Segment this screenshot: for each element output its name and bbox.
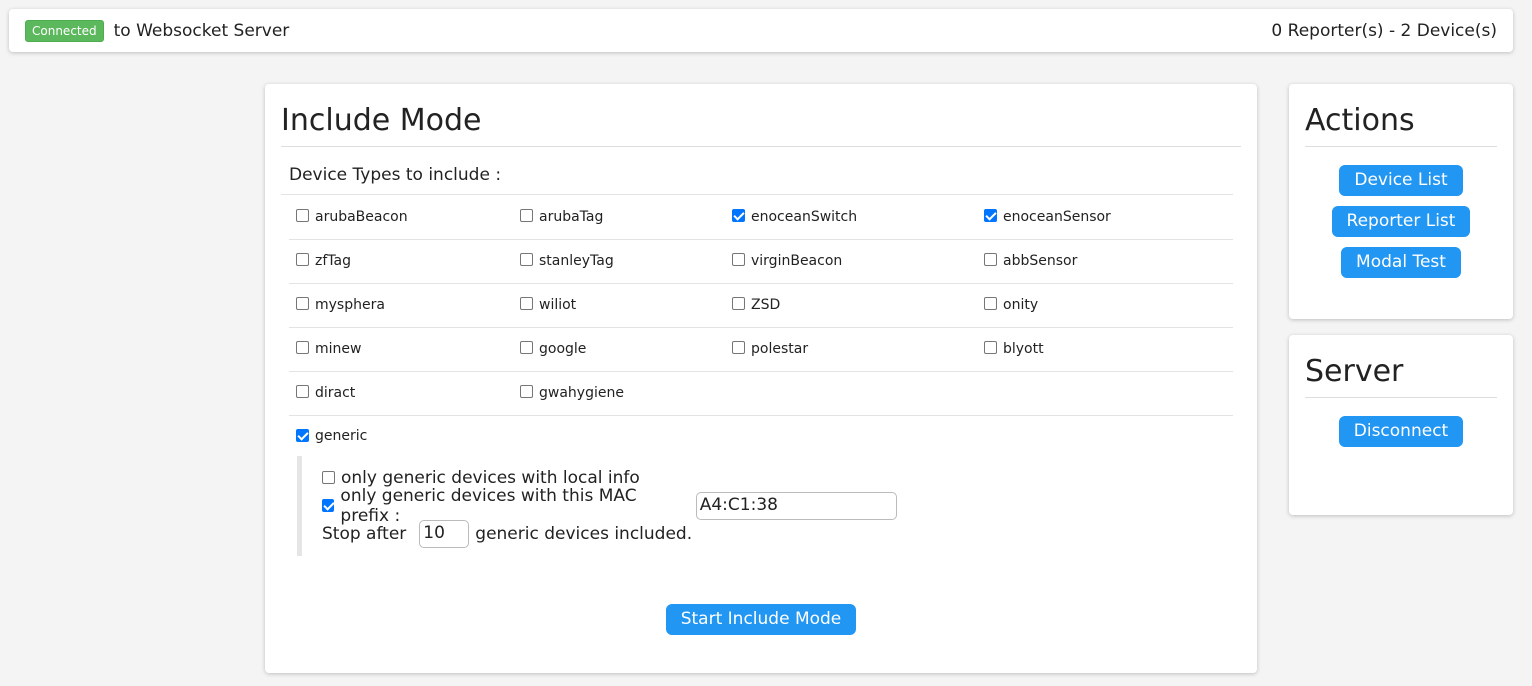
device-type-label: google: [539, 341, 587, 357]
device-types-heading: Device Types to include :: [281, 147, 1233, 195]
device-type-polestar[interactable]: polestar: [725, 327, 977, 372]
actions-title: Actions: [1305, 84, 1497, 147]
device-type-row: arubaBeacon arubaTag enoceanSwitch enoceanS…: [289, 195, 1233, 240]
diract-checkbox[interactable]: [296, 385, 309, 398]
reporter-device-counts: 0 Reporter(s) - 2 Device(s): [1271, 20, 1497, 41]
top-status-bar: Connected to Websocket Server 0 Reporter…: [9, 9, 1513, 52]
device-type-row: zfTag stanleyTag virginBeacon abbSensor: [289, 239, 1233, 284]
gwahygiene-checkbox[interactable]: [520, 385, 533, 398]
empty-cell: [725, 371, 977, 416]
device-type-enoceanswitch[interactable]: enoceanSwitch: [725, 195, 977, 240]
stop-after-label: Stop after: [322, 523, 407, 544]
virginbeacon-checkbox[interactable]: [732, 253, 745, 266]
server-panel: Server Disconnect: [1289, 335, 1513, 515]
include-mode-title: Include Mode: [281, 84, 1241, 147]
zsd-checkbox[interactable]: [732, 297, 745, 310]
device-type-label: stanleyTag: [539, 253, 614, 269]
generic-options-box: only generic devices with local info onl…: [297, 455, 897, 556]
abbsensor-checkbox[interactable]: [984, 253, 997, 266]
device-type-gwahygiene[interactable]: gwahygiene: [513, 371, 725, 416]
connection-status-text: to Websocket Server: [113, 20, 290, 41]
device-type-label: blyott: [1003, 341, 1044, 357]
connection-status: Connected to Websocket Server: [25, 19, 290, 42]
stop-after-input[interactable]: 10: [419, 519, 470, 548]
device-type-label: mysphera: [315, 297, 385, 313]
device-type-blyott[interactable]: blyott: [977, 327, 1233, 372]
device-type-zftag[interactable]: zfTag: [289, 239, 513, 284]
device-type-label: enoceanSwitch: [751, 208, 858, 225]
minew-checkbox[interactable]: [296, 341, 309, 354]
modal-test-button[interactable]: Modal Test: [1341, 247, 1461, 278]
server-title: Server: [1305, 335, 1497, 398]
disconnect-button[interactable]: Disconnect: [1338, 416, 1464, 447]
generic-label: generic: [315, 427, 368, 444]
local-info-checkbox[interactable]: [322, 471, 335, 484]
generic-checkbox[interactable]: [296, 429, 309, 442]
blyott-checkbox[interactable]: [984, 341, 997, 354]
google-checkbox[interactable]: [520, 341, 533, 354]
enoceanswitch-checkbox[interactable]: [732, 208, 745, 222]
device-type-label: zfTag: [315, 253, 351, 269]
enoceansensor-checkbox[interactable]: [984, 208, 997, 222]
device-type-label: abbSensor: [1003, 253, 1078, 269]
device-type-minew[interactable]: minew: [289, 327, 513, 372]
device-type-arubabeacon[interactable]: arubaBeacon: [289, 195, 513, 240]
mac-prefix-label: only generic devices with this MAC prefi…: [340, 485, 637, 526]
local-info-label: only generic devices with local info: [341, 467, 640, 488]
stanleytag-checkbox[interactable]: [520, 253, 533, 266]
mac-prefix-checkbox[interactable]: [322, 499, 335, 512]
zftag-checkbox[interactable]: [296, 253, 309, 266]
include-mode-panel: Include Mode Device Types to include : a…: [265, 84, 1257, 673]
device-type-zsd[interactable]: ZSD: [725, 283, 977, 328]
mysphera-checkbox[interactable]: [296, 297, 309, 310]
device-type-label: onity: [1003, 297, 1039, 313]
device-types-table: arubaBeacon arubaTag enoceanSwitch enoceanS…: [289, 195, 1233, 416]
device-type-row: mysphera wiliot ZSD onity: [289, 283, 1233, 328]
device-type-row: minew google polestar blyott: [289, 327, 1233, 372]
device-type-label: gwahygiene: [539, 385, 624, 401]
empty-cell: [977, 371, 1233, 416]
device-type-arubatag[interactable]: arubaTag: [513, 195, 725, 240]
device-type-onity[interactable]: onity: [977, 283, 1233, 328]
generic-option[interactable]: generic: [281, 416, 1241, 456]
device-type-label: enoceanSensor: [1003, 208, 1111, 225]
device-type-label: ZSD: [751, 297, 781, 313]
stop-after-suffix: generic devices included.: [475, 523, 693, 544]
actions-panel: Actions Device List Reporter List Modal …: [1289, 84, 1513, 319]
device-type-mysphera[interactable]: mysphera: [289, 283, 513, 328]
device-type-diract[interactable]: diract: [289, 371, 513, 416]
device-type-google[interactable]: google: [513, 327, 725, 372]
wiliot-checkbox[interactable]: [520, 297, 533, 310]
mac-prefix-option[interactable]: only generic devices with this MAC prefi…: [322, 486, 897, 526]
polestar-checkbox[interactable]: [732, 341, 745, 354]
mac-prefix-input[interactable]: A4:C1:38: [695, 491, 897, 520]
device-type-label: diract: [315, 385, 356, 401]
connected-badge: Connected: [25, 19, 104, 42]
reporter-list-button[interactable]: Reporter List: [1331, 206, 1471, 237]
device-type-label: arubaBeacon: [315, 208, 408, 225]
device-type-label: polestar: [751, 341, 809, 357]
device-list-button[interactable]: Device List: [1339, 165, 1463, 196]
device-type-label: wiliot: [539, 297, 577, 313]
arubabeacon-checkbox[interactable]: [296, 208, 309, 222]
device-type-label: arubaTag: [539, 208, 604, 225]
device-type-row: diract gwahygiene: [289, 371, 1233, 416]
onity-checkbox[interactable]: [984, 297, 997, 310]
device-type-wiliot[interactable]: wiliot: [513, 283, 725, 328]
device-type-stanleytag[interactable]: stanleyTag: [513, 239, 725, 284]
device-type-label: virginBeacon: [751, 253, 843, 269]
device-type-label: minew: [315, 341, 362, 357]
arubatag-checkbox[interactable]: [520, 208, 533, 222]
device-type-virginbeacon[interactable]: virginBeacon: [725, 239, 977, 284]
start-include-mode-button[interactable]: Start Include Mode: [665, 603, 857, 635]
device-type-enoceansensor[interactable]: enoceanSensor: [977, 195, 1233, 240]
device-type-abbsensor[interactable]: abbSensor: [977, 239, 1233, 284]
